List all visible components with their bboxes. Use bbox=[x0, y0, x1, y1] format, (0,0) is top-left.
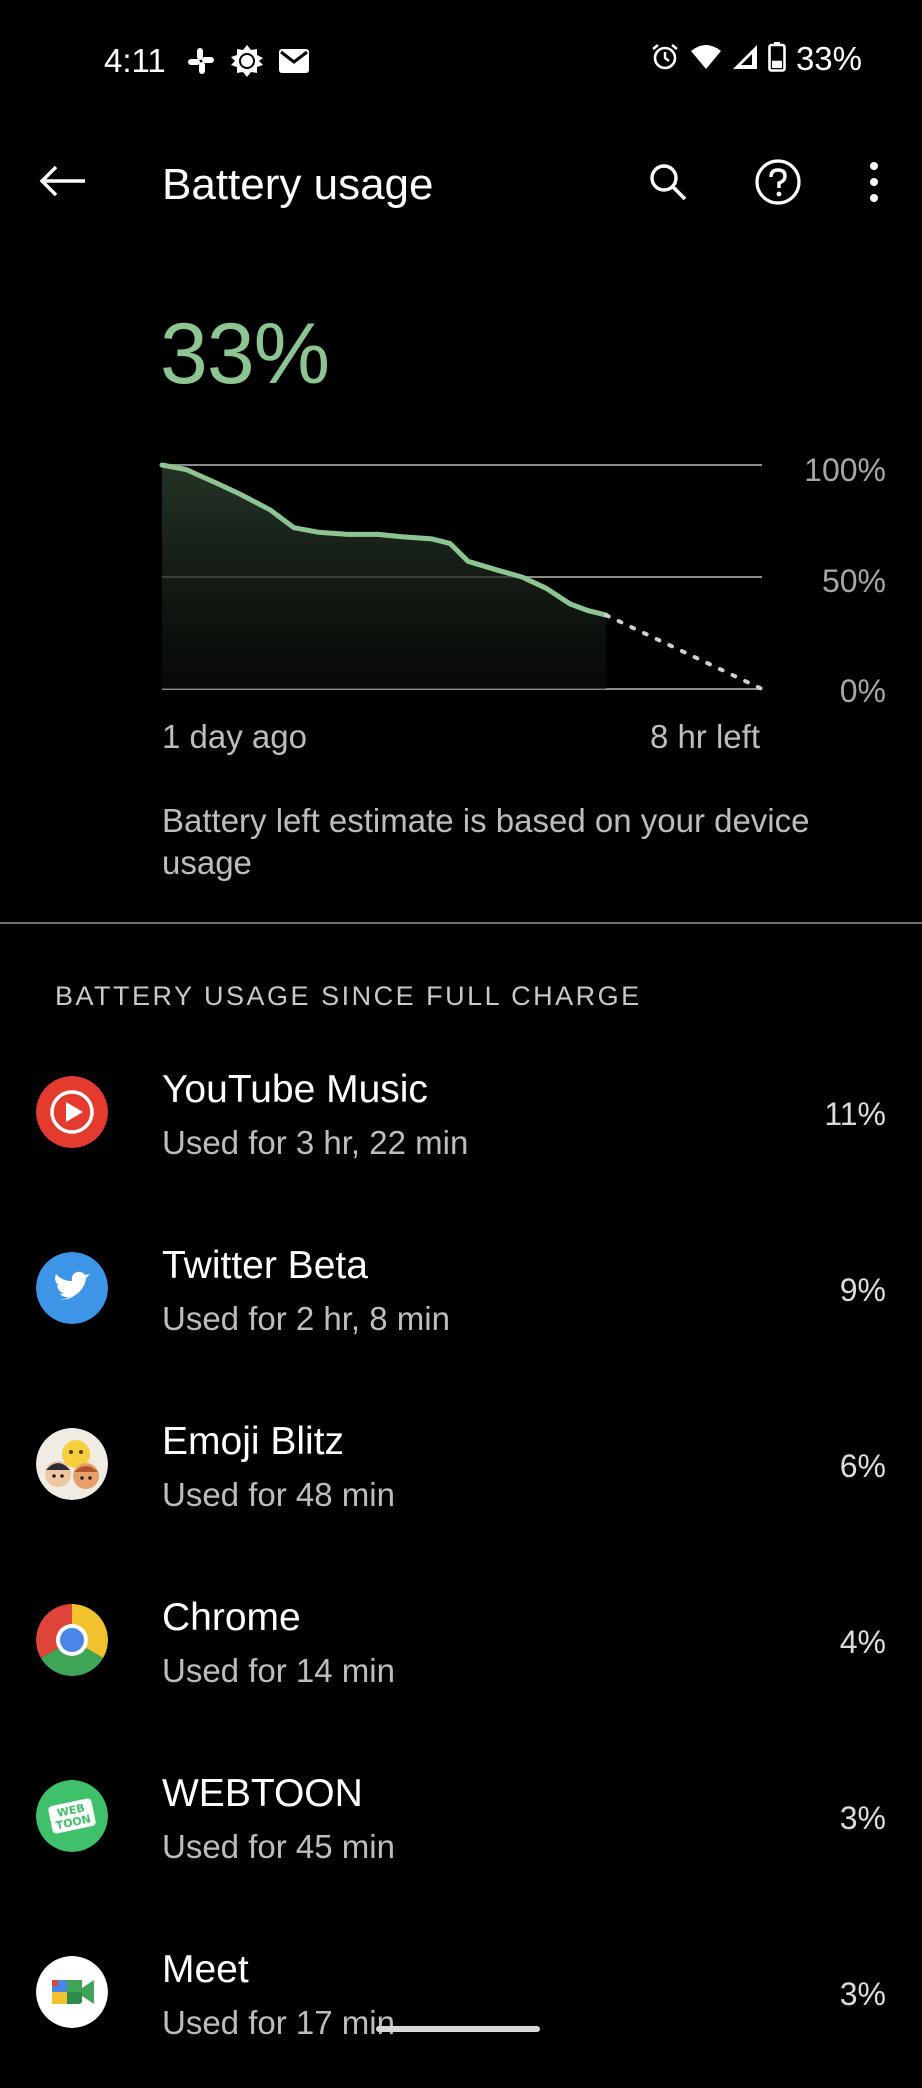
emoji-blitz-icon bbox=[36, 1428, 108, 1500]
signal-icon bbox=[732, 44, 758, 75]
app-name: Chrome bbox=[162, 1596, 301, 1639]
x-label-start: 1 day ago bbox=[162, 718, 307, 755]
more-vert-icon bbox=[866, 160, 882, 209]
list-item-meet[interactable]: Meet Used for 17 min 3% bbox=[0, 1912, 922, 2088]
app-name: Meet bbox=[162, 1948, 249, 1991]
section-header: BATTERY USAGE SINCE FULL CHARGE bbox=[55, 981, 642, 1011]
app-percent: 6% bbox=[839, 1448, 886, 1484]
alarm-icon bbox=[650, 42, 680, 77]
slack-icon bbox=[186, 46, 216, 81]
app-usage: Used for 48 min bbox=[162, 1476, 395, 1513]
list-item-webtoon[interactable]: WEB TOON WEBTOON Used for 45 min 3% bbox=[0, 1736, 922, 1912]
meet-icon bbox=[36, 1956, 108, 2028]
page-title: Battery usage bbox=[162, 160, 434, 209]
mail-icon bbox=[278, 48, 310, 79]
battery-estimate-note: Battery left estimate is based on your d… bbox=[162, 802, 810, 881]
search-icon bbox=[648, 162, 688, 207]
webtoon-icon: WEB TOON bbox=[36, 1780, 108, 1852]
app-name: Emoji Blitz bbox=[162, 1420, 345, 1463]
more-options-button[interactable] bbox=[842, 152, 906, 216]
app-name: YouTube Music bbox=[162, 1068, 428, 1111]
app-name: Twitter Beta bbox=[162, 1244, 368, 1287]
app-usage: Used for 2 hr, 8 min bbox=[162, 1300, 450, 1337]
status-notification-icons bbox=[186, 44, 310, 83]
search-button[interactable] bbox=[636, 152, 700, 216]
app-percent: 3% bbox=[839, 1976, 886, 2012]
help-button[interactable] bbox=[746, 152, 810, 216]
status-time: 4:11 bbox=[104, 42, 166, 79]
list-item-emoji-blitz[interactable]: Emoji Blitz Used for 48 min 6% bbox=[0, 1384, 922, 1560]
x-label-end: 8 hr left bbox=[649, 718, 760, 755]
twitter-icon bbox=[36, 1252, 108, 1324]
app-usage: Used for 14 min bbox=[162, 1652, 395, 1689]
app-percent: 11% bbox=[824, 1096, 886, 1132]
app-percent: 4% bbox=[839, 1624, 886, 1660]
app-usage: Used for 45 min bbox=[162, 1828, 395, 1865]
list-item-chrome[interactable]: Chrome Used for 14 min 4% bbox=[0, 1560, 922, 1736]
status-system-icons: 33% bbox=[650, 40, 862, 78]
back-button[interactable] bbox=[30, 150, 96, 216]
battery-icon bbox=[768, 41, 786, 77]
battery-level-chart bbox=[159, 462, 764, 691]
section-divider bbox=[0, 922, 922, 924]
chrome-icon bbox=[36, 1604, 108, 1676]
app-usage: Used for 17 min bbox=[162, 2004, 395, 2041]
battery-level-percent: 33% bbox=[160, 306, 330, 402]
y-tick-0: 0% bbox=[839, 673, 886, 709]
gesture-nav-handle[interactable] bbox=[376, 2026, 540, 2032]
battery-projection-line bbox=[604, 613, 764, 691]
list-item-youtube-music[interactable]: YouTube Music Used for 3 hr, 22 min 11% bbox=[0, 1032, 922, 1208]
brightness-icon bbox=[230, 44, 264, 83]
app-percent: 9% bbox=[839, 1272, 886, 1308]
status-battery-percent: 33% bbox=[795, 40, 862, 77]
youtube-music-icon bbox=[36, 1076, 108, 1148]
app-usage: Used for 3 hr, 22 min bbox=[162, 1124, 469, 1161]
list-item-twitter-beta[interactable]: Twitter Beta Used for 2 hr, 8 min 9% bbox=[0, 1208, 922, 1384]
app-percent: 3% bbox=[839, 1800, 886, 1836]
y-tick-50: 50% bbox=[821, 563, 886, 599]
wifi-icon bbox=[690, 44, 722, 75]
y-tick-100: 100% bbox=[804, 452, 886, 488]
help-icon bbox=[754, 158, 802, 211]
back-arrow-icon bbox=[39, 165, 87, 202]
app-name: WEBTOON bbox=[162, 1772, 363, 1815]
